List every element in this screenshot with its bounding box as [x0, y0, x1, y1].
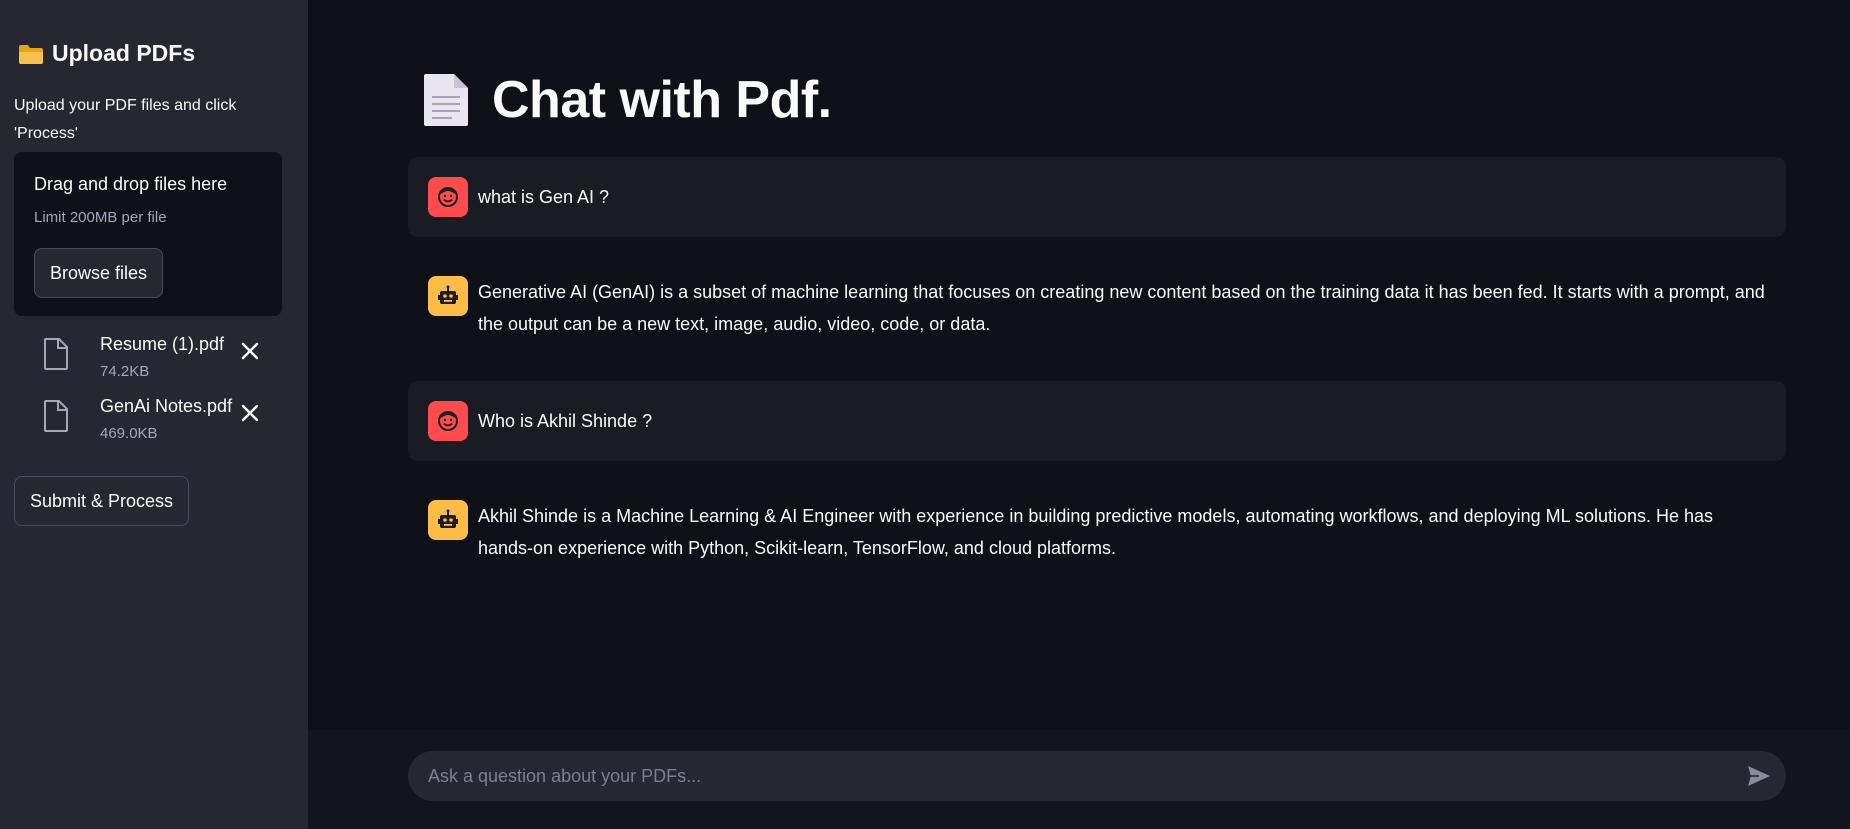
file-name: GenAi Notes.pdf — [100, 396, 233, 416]
robot-icon — [428, 276, 468, 316]
main-content: Chat with Pdf. what is Gen AI ? Generati… — [308, 0, 1850, 829]
robot-icon — [428, 500, 468, 540]
send-icon[interactable] — [1746, 763, 1772, 789]
folder-icon — [18, 43, 44, 65]
sidebar-title-text: Upload PDFs — [52, 40, 196, 66]
chat-message-user: Who is Akhil Shinde ? — [408, 381, 1786, 461]
message-text: Generative AI (GenAI) is a subset of mac… — [478, 282, 1765, 334]
uploaded-file-item: Resume (1).pdf 74.2KB — [40, 334, 280, 384]
sidebar-title: Upload PDFs — [18, 40, 195, 67]
close-icon[interactable] — [239, 340, 261, 362]
file-icon — [43, 338, 69, 370]
message-text: Akhil Shinde is a Machine Learning & AI … — [478, 506, 1714, 558]
chat-message-assistant: Akhil Shinde is a Machine Learning & AI … — [408, 486, 1786, 586]
chat-message-user: what is Gen AI ? — [408, 157, 1786, 237]
close-icon[interactable] — [239, 402, 261, 424]
sidebar-description: Upload your PDF files and click 'Process… — [14, 97, 237, 142]
uploaded-file-item: GenAi Notes.pdf 469.0KB — [40, 396, 280, 446]
submit-process-button[interactable]: Submit & Process — [14, 476, 190, 526]
file-dropzone[interactable]: Drag and drop files here Limit 200MB per… — [14, 152, 282, 316]
browse-files-button[interactable]: Browse files — [34, 248, 164, 298]
dropzone-title: Drag and drop files here — [34, 174, 228, 194]
dropzone-limit: Limit 200MB per file — [34, 209, 167, 226]
message-text: what is Gen AI ? — [478, 187, 610, 207]
chat-input[interactable] — [408, 751, 1728, 801]
file-name: Resume (1).pdf — [100, 334, 225, 354]
user-face-icon — [428, 177, 468, 217]
message-text: Who is Akhil Shinde ? — [478, 411, 653, 431]
file-size: 469.0KB — [100, 425, 158, 442]
file-icon — [43, 400, 69, 432]
chat-message-assistant: Generative AI (GenAI) is a subset of mac… — [408, 262, 1786, 362]
page-title: Chat with Pdf. — [422, 70, 832, 130]
chat-input-bar — [308, 730, 1850, 829]
sidebar: Upload PDFs Upload your PDF files and cl… — [0, 0, 308, 829]
page-title-text: Chat with Pdf. — [492, 71, 832, 129]
file-size: 74.2KB — [100, 363, 150, 380]
chat-input-container — [408, 751, 1786, 801]
document-icon — [422, 72, 470, 128]
user-face-icon — [428, 401, 468, 441]
